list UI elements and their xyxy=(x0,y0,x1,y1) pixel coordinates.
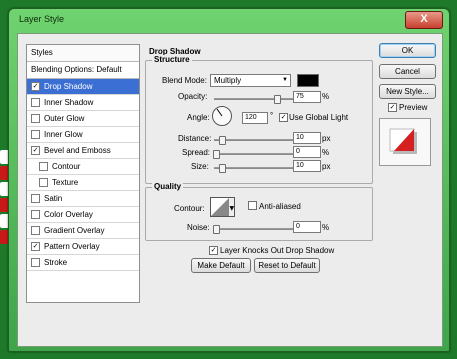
style-list-item[interactable]: Contour xyxy=(27,159,139,175)
layer-knocks-out-checkbox[interactable]: ✓ xyxy=(209,246,218,255)
style-checkbox[interactable] xyxy=(39,178,48,187)
size-slider-thumb[interactable] xyxy=(219,164,226,173)
cancel-button[interactable]: Cancel xyxy=(379,64,436,79)
angle-field[interactable]: 120 xyxy=(242,112,268,124)
style-list-item[interactable]: Satin xyxy=(27,191,139,207)
style-list-item[interactable]: Inner Shadow xyxy=(27,95,139,111)
contour-picker[interactable]: ▼ xyxy=(210,197,235,217)
spread-unit: % xyxy=(322,148,330,157)
style-list-item-label: Color Overlay xyxy=(44,210,93,219)
size-label: Size: xyxy=(191,162,209,171)
distance-label: Distance: xyxy=(178,134,212,143)
style-list-item-label: Drop Shadow xyxy=(44,82,93,91)
use-global-light-checkbox[interactable]: ✓ xyxy=(279,113,288,122)
reset-to-default-button[interactable]: Reset to Default xyxy=(254,258,320,273)
noise-unit: % xyxy=(322,223,330,232)
distance-slider-thumb[interactable] xyxy=(219,136,226,145)
opacity-unit: % xyxy=(322,92,330,101)
blend-mode-label: Blend Mode: xyxy=(162,76,207,85)
blend-mode-select[interactable]: Multiply ▼ xyxy=(210,74,291,87)
ok-button[interactable]: OK xyxy=(379,43,436,58)
style-list-item-label: Bevel and Emboss xyxy=(44,146,111,155)
style-checkbox[interactable] xyxy=(31,98,40,107)
style-list-item-label: Stroke xyxy=(44,258,68,267)
quality-legend: Quality xyxy=(152,182,184,191)
use-global-light-label: Use Global Light xyxy=(289,113,349,122)
style-list-item[interactable]: Stroke xyxy=(27,255,139,271)
layer-knocks-out-label: Layer Knocks Out Drop Shadow xyxy=(220,246,335,255)
contour-label: Contour: xyxy=(174,204,205,213)
style-checkbox[interactable] xyxy=(31,210,40,219)
style-list-item[interactable]: Texture xyxy=(27,175,139,191)
noise-field[interactable]: 0 xyxy=(293,221,321,233)
styles-list: Styles Blending Options: Default ✓ Drop S… xyxy=(26,44,140,303)
layer-style-dialog: Layer Style X Styles Blending Options: D… xyxy=(8,8,450,352)
preview-swatch-icon xyxy=(389,128,417,154)
linear-contour-icon: ▼ xyxy=(211,198,234,216)
angle-label: Angle: xyxy=(187,113,210,122)
opacity-field[interactable]: 75 xyxy=(293,91,321,103)
style-checkbox[interactable] xyxy=(39,162,48,171)
noise-label: Noise: xyxy=(187,223,210,232)
spread-field[interactable]: 0 xyxy=(293,146,321,158)
style-preview-thumbnail xyxy=(379,118,431,166)
style-list-item-label: Outer Glow xyxy=(44,114,85,123)
styles-header[interactable]: Styles xyxy=(27,45,139,62)
opacity-slider-thumb[interactable] xyxy=(274,95,281,104)
anti-aliased-checkbox[interactable] xyxy=(248,201,257,210)
style-list-item-label: Pattern Overlay xyxy=(44,242,100,251)
style-list-item-label: Inner Shadow xyxy=(44,98,94,107)
style-list-item[interactable]: Gradient Overlay xyxy=(27,223,139,239)
chevron-down-icon: ▼ xyxy=(282,77,288,83)
style-checkbox[interactable]: ✓ xyxy=(31,146,40,155)
style-checkbox[interactable]: ✓ xyxy=(31,82,40,91)
spread-slider-thumb[interactable] xyxy=(213,150,220,159)
style-list-item-label: Satin xyxy=(44,194,63,203)
new-style-button[interactable]: New Style... xyxy=(379,84,436,99)
style-list-item-label: Gradient Overlay xyxy=(44,226,105,235)
svg-text:▼: ▼ xyxy=(230,205,235,212)
structure-legend: Structure xyxy=(152,55,192,64)
opacity-label: Opacity: xyxy=(178,92,208,101)
dialog-title: Layer Style xyxy=(19,14,65,24)
style-list-item[interactable]: ✓ Pattern Overlay xyxy=(27,239,139,255)
anti-aliased-label: Anti-aliased xyxy=(259,202,301,211)
preview-checkbox[interactable]: ✓ xyxy=(388,103,397,112)
size-unit: px xyxy=(322,162,331,171)
style-list-item[interactable]: Inner Glow xyxy=(27,127,139,143)
blending-options-item[interactable]: Blending Options: Default xyxy=(27,62,139,79)
angle-dial[interactable] xyxy=(212,106,232,126)
style-checkbox[interactable]: ✓ xyxy=(31,242,40,251)
style-checkbox[interactable] xyxy=(31,130,40,139)
make-default-button[interactable]: Make Default xyxy=(191,258,251,273)
close-button[interactable]: X xyxy=(405,11,443,29)
style-checkbox[interactable] xyxy=(31,114,40,123)
style-list-item[interactable]: ✓ Drop Shadow xyxy=(27,79,139,95)
preview-label: Preview xyxy=(399,103,428,112)
style-list-item-label: Contour xyxy=(52,162,81,171)
angle-dial-needle xyxy=(216,108,223,117)
angle-unit: ° xyxy=(270,111,274,120)
style-checkbox[interactable] xyxy=(31,226,40,235)
spread-label: Spread: xyxy=(182,148,211,157)
size-field[interactable]: 10 xyxy=(293,160,321,172)
title-bar[interactable]: Layer Style X xyxy=(9,9,449,31)
quality-group: Quality Contour: ▼ Anti-aliased Noise: 0… xyxy=(145,182,373,241)
style-list-item-label: Inner Glow xyxy=(44,130,83,139)
blend-mode-value: Multiply xyxy=(214,76,242,85)
style-list-item[interactable]: ✓ Bevel and Emboss xyxy=(27,143,139,159)
style-list-item[interactable]: Color Overlay xyxy=(27,207,139,223)
shadow-color-swatch[interactable] xyxy=(297,74,319,87)
noise-slider-thumb[interactable] xyxy=(213,225,220,234)
distance-field[interactable]: 10 xyxy=(293,132,321,144)
style-checkbox[interactable] xyxy=(31,194,40,203)
style-list-item[interactable]: Outer Glow xyxy=(27,111,139,127)
style-list-item-label: Texture xyxy=(52,178,79,187)
distance-unit: px xyxy=(322,134,331,143)
structure-group: Structure Blend Mode: Multiply ▼ Opacity… xyxy=(145,55,373,184)
dialog-client-area: Styles Blending Options: Default ✓ Drop S… xyxy=(17,33,443,347)
style-checkbox[interactable] xyxy=(31,258,40,267)
